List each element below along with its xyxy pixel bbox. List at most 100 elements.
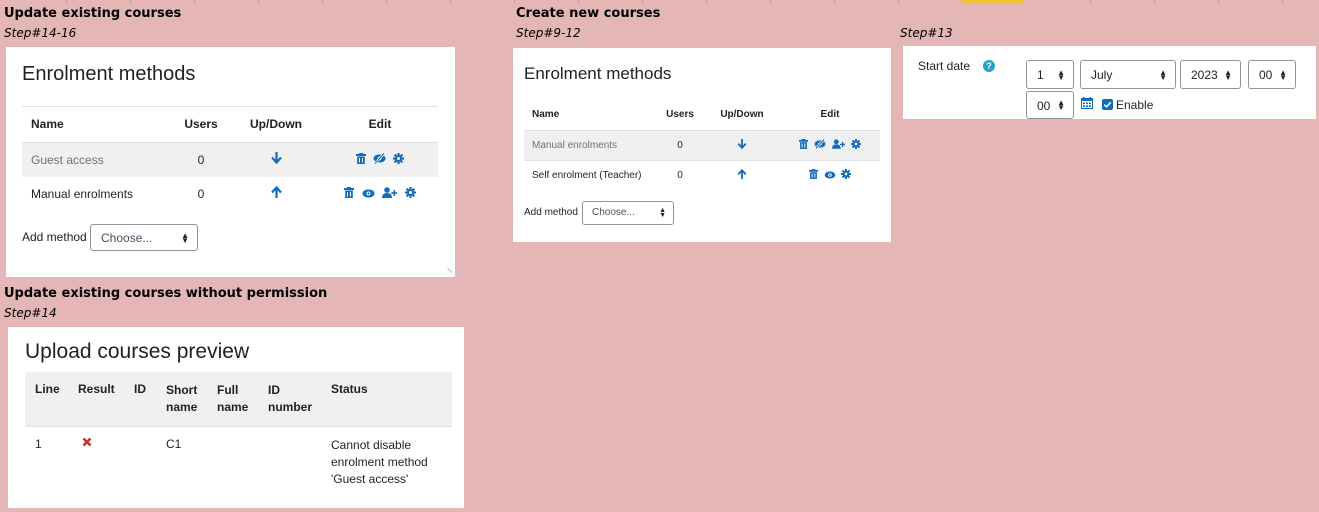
eye-slash-icon[interactable] (373, 152, 386, 167)
col-header-name[interactable]: Name (22, 107, 172, 142)
table-row: Guest access 0 (22, 142, 438, 177)
col-header-fullname-l1: Full (217, 383, 239, 397)
cross-icon (82, 437, 92, 447)
add-method-select-value: Choose... (101, 231, 153, 245)
enable-checkbox[interactable] (1102, 99, 1113, 110)
start-date-panel: Start date ? 1 ▲ ▼ July ▲ ▼ 2023 ▲ ▼ 00 ▲ ▼ … (903, 46, 1316, 119)
gear-icon[interactable] (393, 152, 405, 167)
start-date-label: Start date (918, 59, 971, 73)
col-header-idnumber-l1: ID (268, 383, 280, 397)
col-header-edit: Edit (820, 109, 840, 121)
panel-heading: Enrolment methods (524, 64, 672, 83)
gear-icon[interactable] (841, 168, 852, 182)
col-header-users: Users (184, 117, 218, 132)
add-method-select[interactable]: Choose... ▲ ▼ (582, 201, 674, 225)
month-select[interactable]: July ▲ ▼ (1080, 60, 1176, 89)
minute-select[interactable]: 00 ▲ ▼ (1026, 91, 1074, 119)
row-line: 1 (35, 436, 42, 451)
step-label-noperm: Step#14 (4, 306, 57, 320)
enrolment-table: Name Users Up/Down Edit Guest access 0 M… (22, 107, 438, 210)
col-header-line: Line (35, 382, 60, 396)
eye-icon[interactable] (824, 171, 836, 182)
row-fullname (217, 426, 268, 488)
day-select[interactable]: 1 ▲ ▼ (1026, 60, 1074, 89)
method-name: Manual enrolments (31, 186, 134, 201)
add-method-label: Add method (22, 230, 87, 244)
year-select[interactable]: 2023 ▲ ▼ (1180, 60, 1241, 89)
select-caret-icon: ▲ ▼ (1279, 67, 1287, 82)
minute-value: 00 (1037, 99, 1051, 113)
step-label-update: Step#14-16 (4, 26, 77, 40)
col-header-fullname: Full name (217, 372, 268, 426)
enrolment-methods-panel-update: Enrolment methods Name Users Up/Down Edi… (6, 47, 455, 277)
trash-icon[interactable] (799, 138, 809, 152)
select-caret-icon: ▲ ▼ (1224, 67, 1232, 82)
up-arrow-icon[interactable] (737, 168, 747, 182)
row-idnumber (268, 426, 331, 488)
gear-icon[interactable] (404, 186, 416, 201)
col-header-id: ID (134, 382, 146, 396)
row-status: Cannot disable enrolment method 'Guest a… (331, 426, 452, 488)
day-value: 1 (1037, 68, 1044, 82)
step-label-create: Step#9-12 (516, 26, 581, 40)
table-row: Manual enrolments 0 (22, 177, 438, 210)
method-name: Self enrolment (Teacher) (532, 169, 642, 181)
col-header-result: Result (78, 382, 115, 396)
row-id (134, 426, 166, 488)
col-header-idnumber: ID number (268, 372, 331, 426)
select-caret-icon: ▲ ▼ (181, 230, 189, 245)
col-header-updown: Up/Down (720, 109, 764, 121)
section-title-update: Update existing courses (4, 6, 182, 21)
up-arrow-icon[interactable] (270, 186, 282, 201)
hour-select[interactable]: 00 ▲ ▼ (1248, 60, 1296, 89)
upload-preview-panel: Upload courses preview Line Result ID Sh… (8, 327, 464, 508)
col-header-updown: Up/Down (250, 117, 302, 132)
select-caret-icon: ▲ ▼ (659, 207, 666, 219)
eye-slash-icon[interactable] (814, 138, 826, 152)
add-method-label: Add method (524, 207, 578, 218)
method-users: 0 (677, 139, 683, 151)
calendar-icon[interactable] (1081, 97, 1093, 109)
method-users: 0 (677, 169, 683, 181)
select-caret-icon: ▲ ▼ (1057, 67, 1065, 82)
trash-icon[interactable] (355, 152, 366, 167)
user-plus-icon[interactable] (831, 138, 845, 152)
trash-icon[interactable] (808, 168, 818, 182)
trash-icon[interactable] (344, 186, 355, 201)
table-row: Self enrolment (Teacher) 0 (524, 160, 880, 190)
month-value: July (1091, 68, 1113, 82)
row-shortname: C1 (166, 436, 182, 451)
gear-icon[interactable] (850, 138, 861, 152)
year-value: 2023 (1191, 68, 1218, 82)
select-caret-icon: ▲ ▼ (1057, 98, 1065, 112)
help-icon[interactable]: ? (983, 60, 995, 72)
resize-handle-icon[interactable] (443, 267, 453, 277)
down-arrow-icon[interactable] (737, 138, 747, 152)
method-name: Guest access (31, 152, 104, 167)
user-plus-icon[interactable] (382, 186, 398, 201)
down-arrow-icon[interactable] (270, 152, 282, 167)
col-header-shortname-l1: Short (166, 383, 198, 397)
table-row: 1 C1 Cannot disable enrolment method 'Gu… (25, 426, 452, 488)
hour-value: 00 (1259, 68, 1273, 82)
enable-label[interactable]: Enable (1116, 98, 1153, 112)
add-method-select[interactable]: Choose... ▲ ▼ (90, 224, 198, 251)
col-header-fullname-l2: name (217, 400, 249, 414)
step-label-startdate: Step#13 (900, 26, 953, 40)
col-header-name[interactable]: Name (524, 100, 656, 130)
col-header-edit: Edit (368, 117, 392, 132)
method-users: 0 (197, 152, 205, 167)
add-method-select-value: Choose... (592, 207, 635, 218)
section-title-create: Create new courses (516, 6, 661, 21)
section-title-noperm: Update existing courses without permissi… (4, 286, 328, 301)
select-caret-icon: ▲ ▼ (1159, 67, 1167, 82)
col-header-users: Users (666, 109, 694, 121)
active-cell[interactable] (962, 0, 1024, 3)
enrolment-methods-panel-create: Enrolment methods Name Users Up/Down Edi… (513, 48, 891, 242)
panel-heading: Enrolment methods (22, 63, 196, 85)
preview-heading: Upload courses preview (25, 340, 250, 363)
table-row: Manual enrolments 0 (524, 130, 880, 160)
eye-icon[interactable] (362, 187, 375, 201)
row-status-l2: enrolment method (331, 454, 428, 469)
col-header-idnumber-l2: number (268, 400, 313, 414)
